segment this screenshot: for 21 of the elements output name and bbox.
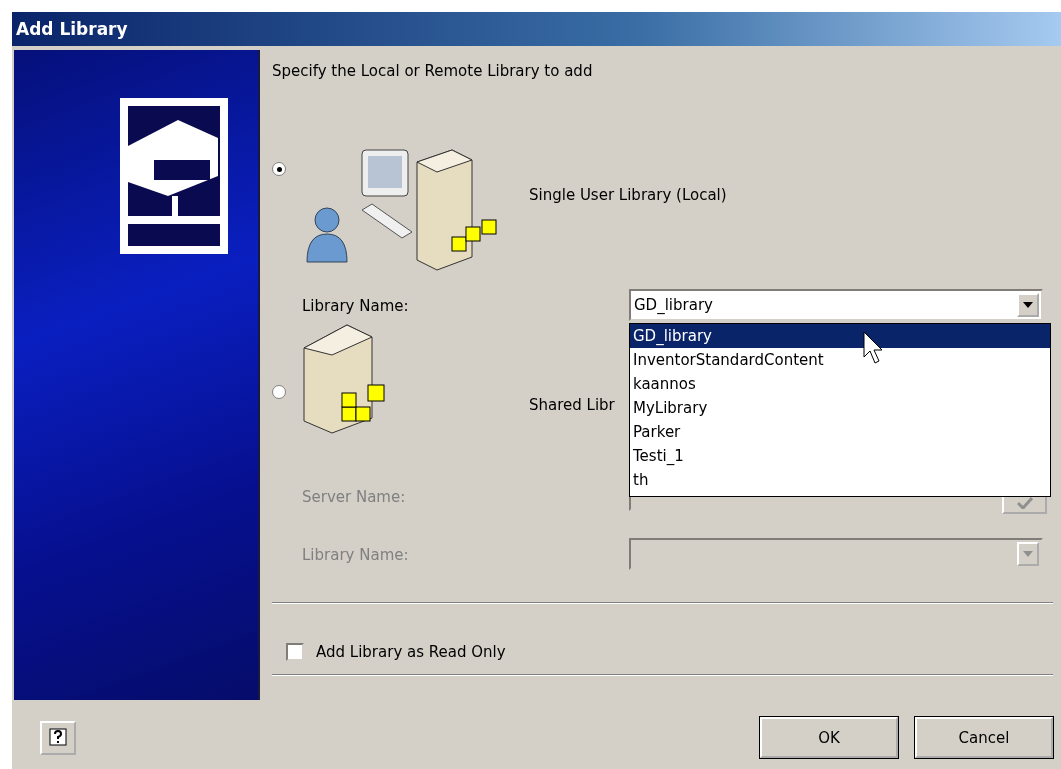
checkbox[interactable] [286, 643, 304, 661]
window-title: Add Library [12, 12, 1061, 46]
field-label: Library Name: [302, 545, 409, 564]
help-icon [49, 727, 67, 748]
field-label: Server Name: [302, 487, 406, 506]
mouse-cursor-icon [863, 331, 885, 365]
network-computer-icon [118, 96, 230, 256]
checkbox-label: Add Library as Read Only [316, 643, 506, 661]
option-label: Single User Library (Local) [529, 186, 727, 204]
checkmark-icon [1016, 497, 1033, 509]
field-label: Library Name: [302, 296, 409, 315]
help-button[interactable] [40, 720, 76, 755]
ok-button[interactable]: OK [760, 717, 898, 758]
caret-icon [1023, 551, 1033, 557]
option-label: Shared Libr [529, 396, 615, 414]
caret-icon [1023, 302, 1033, 308]
radio-button[interactable] [272, 162, 286, 176]
list-item[interactable]: GD_library [630, 324, 1050, 348]
radio-button[interactable] [272, 385, 286, 399]
instruction-text: Specify the Local or Remote Library to add [272, 62, 594, 80]
cancel-button[interactable]: Cancel [915, 717, 1053, 758]
